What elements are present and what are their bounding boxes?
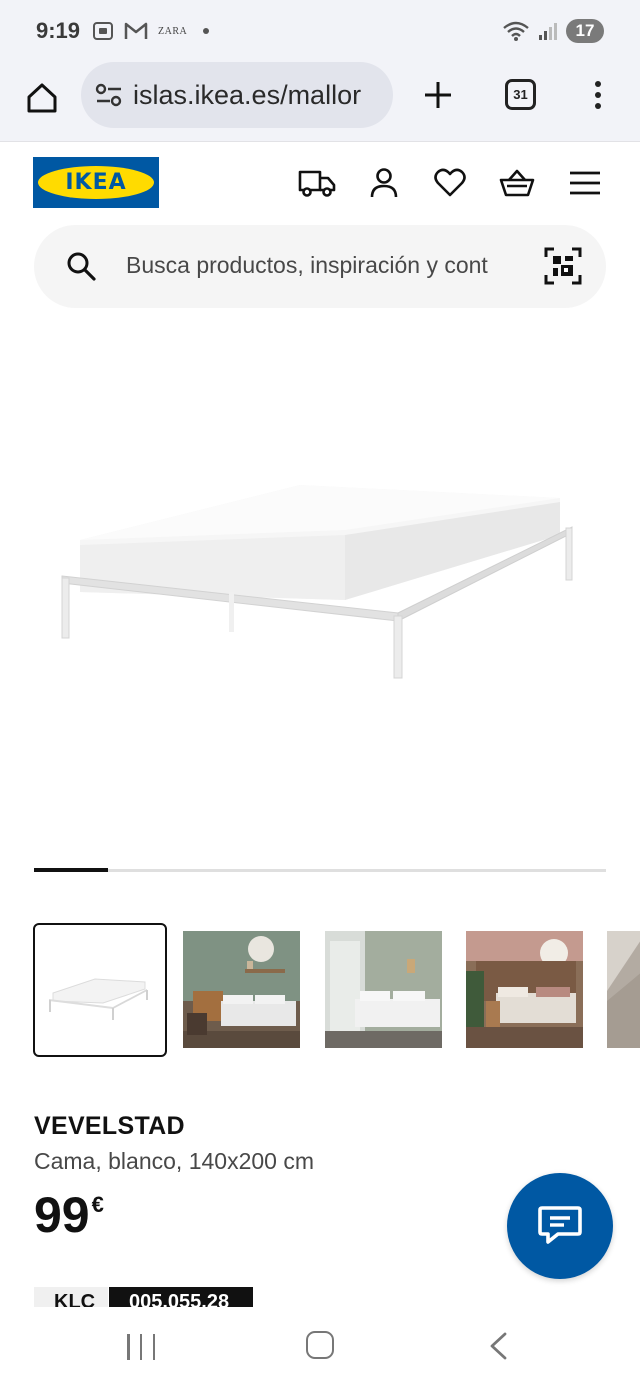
browser-menu-button[interactable] [588, 75, 608, 115]
plus-icon [425, 82, 451, 108]
battery-icon: 17 [566, 19, 604, 43]
screenshot-icon [93, 22, 114, 40]
thumb-bed-frame-image [49, 978, 148, 1020]
hamburger-menu-icon [570, 171, 600, 195]
status-bar: 9:19 ZARA 17 [0, 0, 640, 62]
delivery-button[interactable] [297, 165, 337, 201]
product-main-image[interactable] [0, 330, 640, 850]
system-navigation-bar [0, 1307, 640, 1387]
wifi-icon [503, 21, 529, 41]
thumb-white-bedroom-image [325, 931, 442, 1048]
recents-bar-icon [152, 1334, 155, 1360]
thumb-rustic-bedroom[interactable] [466, 931, 583, 1048]
browser-toolbar: islas.ikea.es/mallor 31 [0, 62, 640, 142]
back-icon[interactable] [486, 1331, 510, 1361]
logo-oval: IKEA [38, 166, 154, 199]
status-right: 17 [502, 19, 604, 43]
recents-bar-icon [139, 1334, 143, 1360]
home-icon [27, 83, 57, 113]
chat-button[interactable] [507, 1173, 613, 1279]
tab-switcher-button[interactable]: 31 [505, 79, 536, 110]
signal-icon [539, 23, 557, 40]
product-price: 99€ [34, 1190, 104, 1240]
delivery-truck-icon [298, 170, 336, 197]
product-description: Cama, blanco, 140x200 cm [34, 1148, 314, 1174]
search-icon [67, 252, 96, 281]
chat-bubble-icon [538, 1206, 582, 1244]
main-menu-button[interactable] [565, 165, 605, 201]
status-time: 9:19 [36, 18, 81, 43]
ikea-logo[interactable]: IKEA [33, 157, 159, 208]
search-input[interactable]: Busca productos, inspiración y cont [126, 252, 526, 279]
basket-button[interactable] [497, 165, 537, 201]
thumb-rustic-bedroom-image [466, 931, 583, 1048]
price-amount: 99 [34, 1187, 90, 1243]
qr-scan-icon[interactable] [544, 247, 582, 285]
wishlist-button[interactable] [430, 165, 470, 201]
thumb-white-bedroom[interactable] [325, 931, 442, 1048]
kebab-dot-icon [595, 92, 601, 98]
product-article-number: 005.055.28 [109, 1287, 253, 1309]
price-currency: € [91, 1192, 104, 1217]
thumb-green-bedroom-image [183, 931, 300, 1048]
product-tag-label: KLC [34, 1287, 108, 1309]
notification-icons: ZARA [92, 20, 210, 42]
address-bar[interactable]: islas.ikea.es/mallor [81, 62, 393, 128]
zara-icon: ZARA [158, 25, 188, 37]
system-home-button[interactable] [306, 1331, 334, 1359]
logo-text: IKEA [65, 170, 127, 195]
site-header: IKEA [0, 143, 640, 223]
carousel-track [34, 869, 606, 872]
wishlist-heart-icon [434, 168, 466, 197]
account-icon [370, 168, 398, 198]
product-name: VEVELSTAD [34, 1112, 185, 1140]
recent-apps-button[interactable] [127, 1334, 155, 1360]
page: 9:19 ZARA 17 islas.ikea.es/mallor 31 IKE… [0, 0, 640, 1387]
gmail-icon [124, 22, 148, 39]
basket-icon [499, 169, 535, 197]
new-tab-button[interactable] [418, 75, 458, 115]
thumb-floor-image [607, 931, 640, 1048]
url-text: islas.ikea.es/mallor [133, 79, 362, 110]
thumb-bed-frame[interactable] [33, 923, 167, 1057]
account-button[interactable] [364, 165, 404, 201]
home-button[interactable] [22, 78, 62, 118]
search-bar[interactable]: Busca productos, inspiración y cont [34, 225, 606, 308]
recents-bar-icon [127, 1334, 130, 1360]
carousel-progress [34, 868, 109, 872]
thumb-floor[interactable] [607, 931, 640, 1048]
site-settings-icon [95, 83, 122, 107]
notification-dot-icon [203, 28, 210, 34]
kebab-dot-icon [595, 103, 601, 109]
thumb-green-bedroom[interactable] [183, 931, 300, 1048]
kebab-dot-icon [595, 81, 601, 87]
